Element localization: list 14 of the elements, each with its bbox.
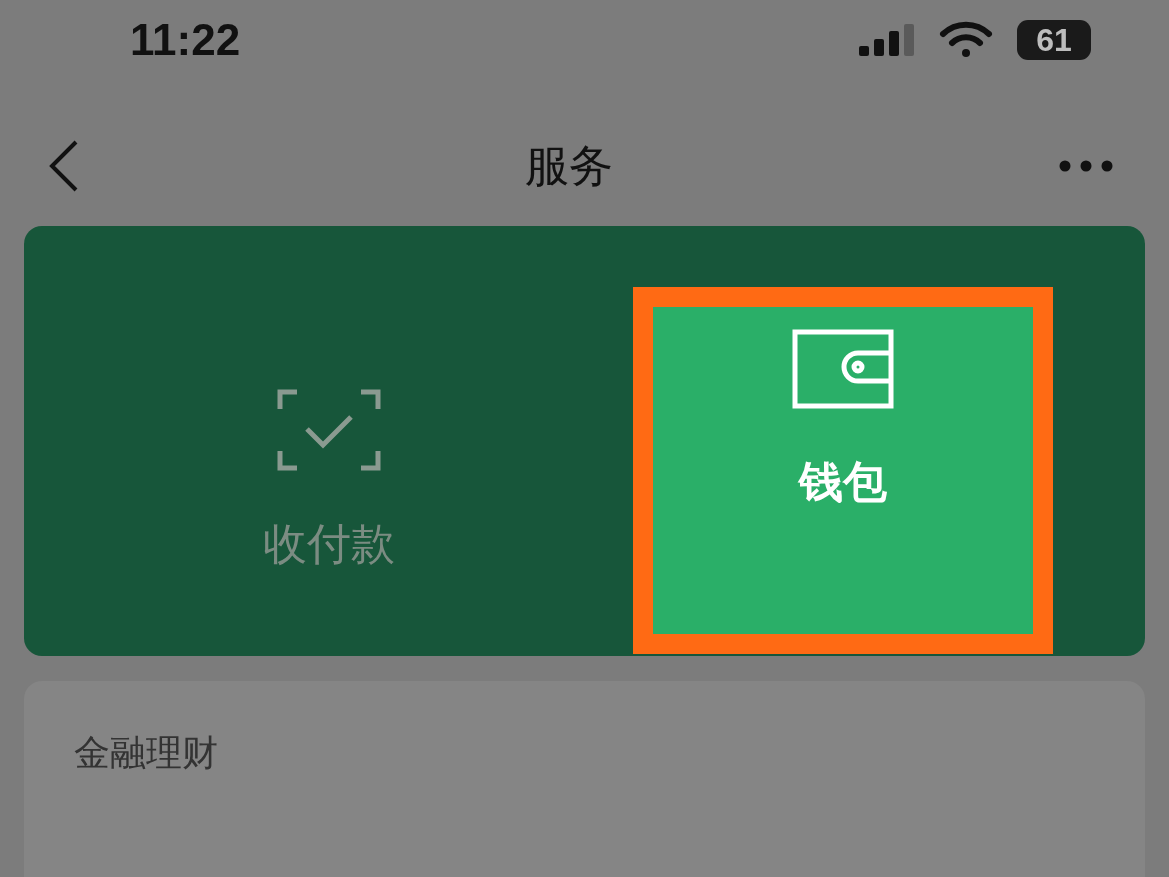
scan-check-icon <box>276 389 381 471</box>
service-tile[interactable]: 收付款 <box>24 287 633 654</box>
service-tile[interactable]: 钱包 <box>633 287 1053 654</box>
wifi-icon <box>939 21 993 59</box>
page-title: 服务 <box>524 138 613 193</box>
service-label: 钱包 <box>799 455 887 509</box>
more-icon[interactable] <box>1059 160 1113 172</box>
signal-icon <box>859 24 915 56</box>
section-title: 金融理财 <box>74 732 218 773</box>
wallet-icon <box>792 329 894 409</box>
battery-level: 61 <box>1017 20 1091 60</box>
back-icon[interactable] <box>48 140 78 192</box>
status-time: 11:22 <box>130 15 241 65</box>
service-label: 收付款 <box>262 517 395 571</box>
